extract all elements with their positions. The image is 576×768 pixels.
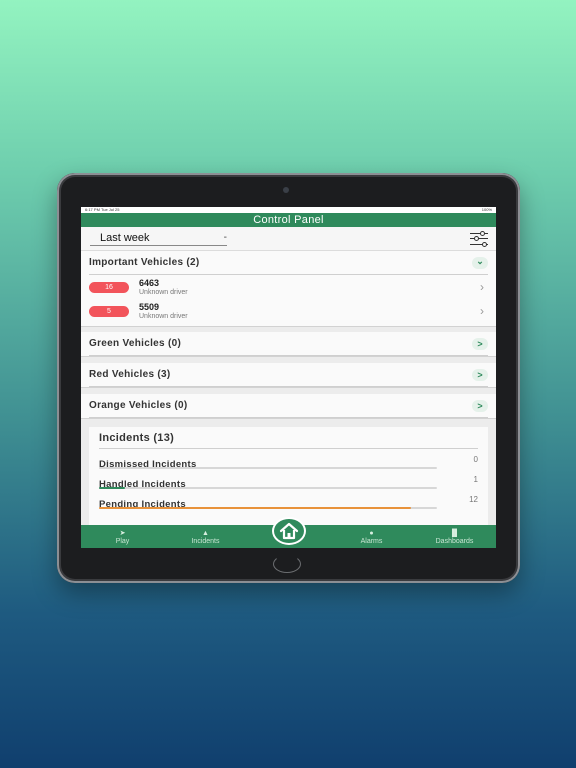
chevron-right-icon: › [480,280,484,294]
group-header[interactable]: Important Vehicles (2) ⌄ [89,251,488,275]
incident-row[interactable]: Dismissed Incidents 0 [99,449,478,470]
incident-count: 12 [469,495,478,504]
incident-count: 1 [473,475,478,484]
incidents-card: Incidents (13) Dismissed Incidents 0 Han… [89,427,488,527]
home-icon [271,517,306,545]
filter-bar: Last week - [81,227,496,251]
app-screen: 6:17 PM Tue Jul 25 100% Control Panel La… [81,207,496,548]
group-green: Green Vehicles (0) > [81,332,496,357]
incident-row[interactable]: Pending Incidents 12 [99,489,478,510]
status-time: 6:17 PM Tue Jul 25 [85,207,120,212]
vehicle-driver: Unknown driver [139,288,188,296]
chevron-right-icon[interactable]: > [472,399,488,412]
tab-home[interactable] [247,517,330,548]
tab-label: Incidents [191,538,220,545]
period-caret: - [223,231,227,243]
tab-alarms[interactable]: ● Alarms [330,525,413,548]
incident-progress-fill [99,507,411,509]
page-title: Control Panel [81,213,496,227]
status-battery: 100% [481,207,492,212]
group-orange: Orange Vehicles (0) > [81,394,496,419]
incident-count-badge: 5 [89,305,129,317]
play-icon: ➤ [119,530,126,537]
bar-chart-icon: ▐▌ [449,530,460,537]
group-red: Red Vehicles (3) > [81,363,496,388]
chevron-down-icon[interactable]: ⌄ [472,256,488,269]
warning-icon: ▲ [202,530,209,537]
tab-label: Alarms [360,538,383,545]
incident-row[interactable]: Handled Incidents 1 [99,469,478,490]
group-title: Green Vehicles (0) [89,338,182,349]
incidents-title: Incidents (13) [99,427,478,449]
tab-incidents[interactable]: ▲ Incidents [164,525,247,548]
period-select[interactable]: Last week - [90,232,227,246]
device-home-button [273,555,301,573]
vehicle-row[interactable]: 5 5509 Unknown driver › [89,299,488,323]
chevron-right-icon: › [480,304,484,318]
group-header[interactable]: Red Vehicles (3) > [89,363,488,387]
bell-icon: ● [369,530,374,537]
group-title: Important Vehicles (2) [89,257,200,268]
group-title: Red Vehicles (3) [89,369,171,380]
chevron-right-icon[interactable]: > [472,337,488,350]
vehicle-driver: Unknown driver [139,312,188,320]
filter-sliders-icon[interactable] [470,230,488,247]
tab-label: Dashboards [435,538,474,545]
vehicle-row[interactable]: 16 6463 Unknown driver › [89,275,488,299]
tab-dashboards[interactable]: ▐▌ Dashboards [413,525,496,548]
period-value: Last week [100,231,150,244]
incident-count-badge: 16 [89,281,129,293]
chevron-right-icon[interactable]: > [472,368,488,381]
group-important: Important Vehicles (2) ⌄ 16 6463 Unknown… [81,251,496,327]
camera-dot [283,187,289,193]
incident-progress-track [99,507,437,509]
group-header[interactable]: Green Vehicles (0) > [89,332,488,356]
bottom-tab-bar: ➤ Play ▲ Incidents ● Alarms ▐▌ Dashboard… [81,517,496,548]
incident-count: 0 [473,455,478,464]
vehicle-id: 6463 [139,277,160,288]
tab-label: Play [115,538,130,545]
group-header[interactable]: Orange Vehicles (0) > [89,394,488,418]
vehicle-id: 5509 [139,301,160,312]
tab-play[interactable]: ➤ Play [81,525,164,548]
group-title: Orange Vehicles (0) [89,400,188,411]
